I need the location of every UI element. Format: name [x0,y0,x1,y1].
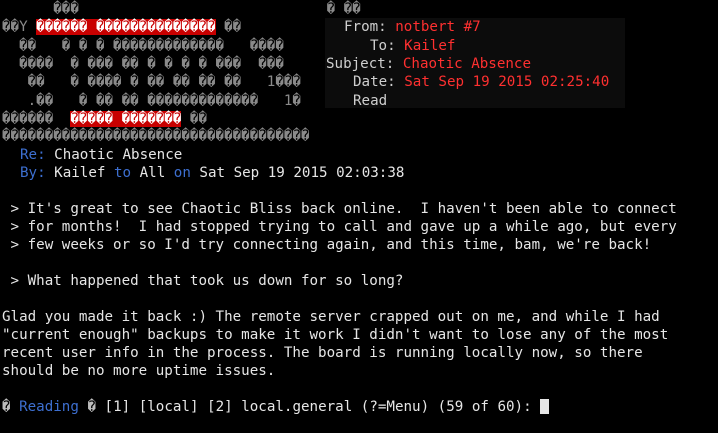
to-label: To: [370,38,396,54]
input-cursor[interactable] [540,399,550,414]
date-label: Date: [353,74,396,90]
subject-label: Subject: [326,56,395,72]
by-author: Kailef [54,165,106,181]
art-fragment: �� [215,19,242,35]
prompt-lead-glyph: � [2,399,11,415]
body-line: Glad you made it back :) The remote serv… [2,309,660,325]
subject-value: Chaotic Absence [402,56,532,72]
from-value: notbert #7 [395,19,481,35]
read-status: Read [353,93,388,109]
date-row: Date: Sat Sep 19 2015 02:25:40 [353,73,609,91]
prompt-sep-glyph: � [87,399,96,415]
subject-row: Subject: Chaotic Absence [326,55,531,73]
body-line: should be no more uptime issues. [2,363,276,379]
body-line: > for months! I had stopped trying to ca… [2,219,677,235]
reading-prompt[interactable]: � Reading � [1] [local] [2] local.genera… [2,398,550,416]
body-line: > It's great to see Chaotic Bliss back o… [2,201,677,217]
to-value: Kailef [404,38,456,54]
art-fragment: �� [181,111,208,127]
reading-label: Reading [19,399,79,415]
to-recipient: All [139,165,166,181]
art-fragment: ����� ������� [70,111,182,127]
art-fragment: ��Y [2,19,37,35]
by-line: By: Kailef to All on Sat Sep 19 2015 02:… [20,164,404,182]
on-word: on [173,165,191,181]
quoted-date: Sat Sep 19 2015 02:03:38 [199,165,405,181]
body-line: > few weeks or so I'd try connecting aga… [2,237,652,253]
body-line: recent user info in the process. The boa… [2,345,643,361]
ansi-art-row: ��Y ������ �������������� �� [2,18,241,36]
re-subject: Chaotic Absence [54,147,183,163]
from-row: From: notbert #7 [344,18,481,36]
date-value: Sat Sep 19 2015 02:25:40 [404,74,610,90]
body-line: "current enough" backups to make it work… [2,327,669,343]
re-label: Re: [20,147,46,163]
body-line: > What happened that took us down for so… [2,273,404,289]
ansi-art-row: ���� � ��� �� � � � � ��� ��� [2,56,284,72]
ansi-art-row: ������ ����� ������� �� [2,110,207,128]
ansi-art-row: �� � ���� � �� �� �� �� 1��� [2,74,301,90]
by-label: By: [20,165,46,181]
ansi-art-row: .�� � �� �� ������������� 1� [2,93,301,109]
ansi-art-row: ������������������������������������ [2,128,310,144]
re-line: Re: Chaotic Absence [20,146,182,164]
to-row: To: Kailef [370,37,455,55]
ansi-art-row: ��� � �� [2,1,361,17]
from-label: From: [344,19,387,35]
to-word: to [113,165,132,181]
art-fragment: ������ �������������� [36,19,216,35]
art-fragment: ������ [2,111,71,127]
ansi-art-row: �� � � � ������������� ���� [2,38,284,54]
prompt-text: [1] [local] [2] local.general (?=Menu) (… [104,399,532,415]
